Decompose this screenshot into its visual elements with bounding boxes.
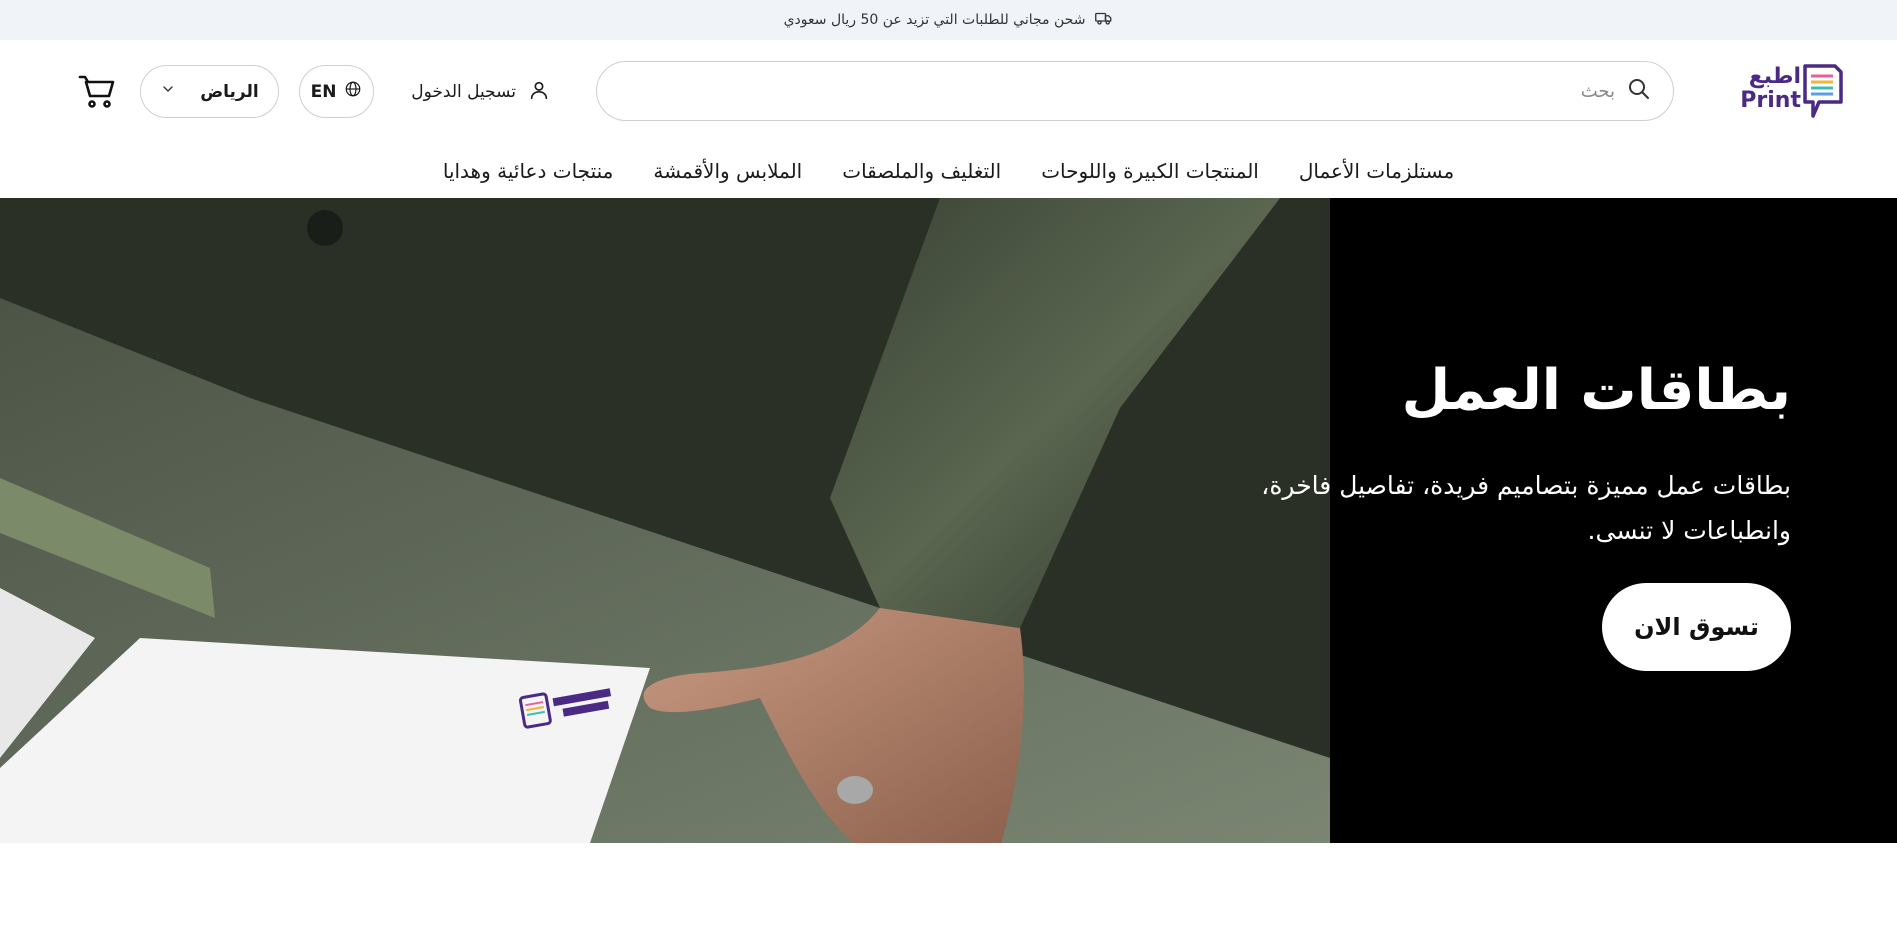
language-label: EN bbox=[310, 81, 337, 102]
login-link[interactable]: تسجيل الدخول bbox=[400, 76, 550, 108]
search-input[interactable] bbox=[597, 62, 1615, 120]
cart-button[interactable] bbox=[78, 74, 116, 110]
cart-icon bbox=[78, 75, 115, 108]
category-nav: مستلزمات الأعمال المنتجات الكبيرة واللوح… bbox=[0, 150, 1897, 192]
globe-icon bbox=[344, 80, 362, 103]
city-select[interactable]: الرياض bbox=[140, 65, 279, 118]
chevron-down-icon bbox=[160, 81, 176, 102]
login-label: تسجيل الدخول bbox=[411, 82, 516, 102]
nav-item-large-format[interactable]: المنتجات الكبيرة واللوحات bbox=[1041, 159, 1259, 183]
language-toggle[interactable]: EN bbox=[299, 65, 374, 118]
promo-bar: شحن مجاني للطلبات التي تزيد عن 50 ريال س… bbox=[0, 0, 1897, 40]
site-logo[interactable]: اطبع Print bbox=[1740, 60, 1845, 122]
city-selected-value: الرياض bbox=[200, 81, 259, 102]
hero-subtitle: بطاقات عمل مميزة بتصاميم فريدة، تفاصيل ف… bbox=[1261, 471, 1791, 545]
search-icon[interactable] bbox=[1615, 77, 1651, 105]
search-bar[interactable] bbox=[596, 61, 1674, 121]
nav-item-promo-gifts[interactable]: منتجات دعائية وهدايا bbox=[443, 159, 614, 183]
promo-text: شحن مجاني للطلبات التي تزيد عن 50 ريال س… bbox=[783, 12, 1086, 28]
truck-icon bbox=[1095, 9, 1113, 31]
logo-text-ar: اطبع bbox=[1748, 64, 1801, 89]
hero-title: بطاقات العمل bbox=[1401, 358, 1791, 423]
nav-item-packaging-stickers[interactable]: التغليف والملصقات bbox=[842, 159, 1001, 183]
hero-banner: بطاقات العمل بطاقات عمل مميزة بتصاميم فر… bbox=[0, 198, 1897, 843]
user-icon bbox=[528, 79, 550, 106]
hero-image bbox=[0, 198, 1330, 843]
nav-item-apparel[interactable]: الملابس والأقمشة bbox=[653, 159, 802, 183]
nav-item-business-supplies[interactable]: مستلزمات الأعمال bbox=[1299, 159, 1454, 183]
shop-now-button[interactable]: تسوق الان bbox=[1602, 583, 1791, 671]
logo-text-en: Print bbox=[1740, 88, 1801, 113]
logo-mark-icon bbox=[1803, 64, 1843, 118]
header: اطبع Print تسجيل الدخول bbox=[0, 40, 1897, 140]
